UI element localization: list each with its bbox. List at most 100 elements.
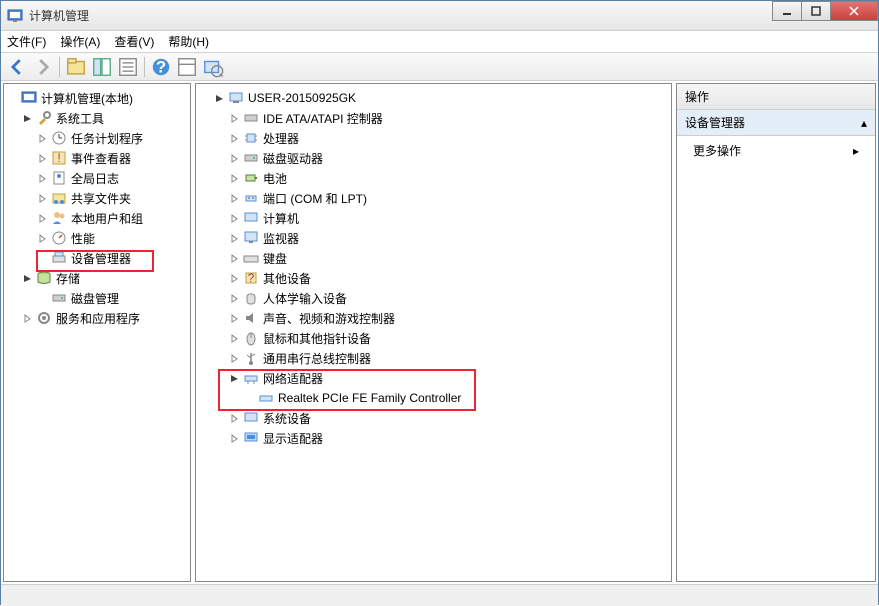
expander-icon[interactable] <box>21 312 34 325</box>
properties-button[interactable] <box>116 56 140 78</box>
expander-icon[interactable] <box>228 172 241 185</box>
tree-global-log[interactable]: 全局日志 <box>6 168 188 188</box>
expander-icon[interactable] <box>36 192 49 205</box>
expander-open-icon[interactable] <box>213 92 226 105</box>
left-tree-pane: 计算机管理(本地) 系统工具 任务计划程序 ! 事件查看器 全局日志 <box>3 83 191 582</box>
actions-category[interactable]: 设备管理器 ▴ <box>677 110 875 136</box>
tree-label: Realtek PCIe FE Family Controller <box>278 391 461 405</box>
minimize-button[interactable] <box>772 1 802 21</box>
expander-icon[interactable] <box>228 352 241 365</box>
expander-icon[interactable] <box>36 232 49 245</box>
back-button[interactable] <box>5 56 29 78</box>
menu-file[interactable]: 文件(F) <box>7 33 46 50</box>
device-hid[interactable]: 人体学输入设备 <box>198 288 669 308</box>
tree-disk-management[interactable]: 磁盘管理 <box>6 288 188 308</box>
tree-label: 处理器 <box>263 130 299 147</box>
expander-icon[interactable] <box>36 172 49 185</box>
tree-storage[interactable]: 存储 <box>6 268 188 288</box>
expander-icon[interactable] <box>228 112 241 125</box>
tree-performance[interactable]: 性能 <box>6 228 188 248</box>
tree-root-computer-management[interactable]: 计算机管理(本地) <box>6 88 188 108</box>
expander-icon[interactable] <box>228 132 241 145</box>
expander-open-icon[interactable] <box>21 112 34 125</box>
menu-action[interactable]: 操作(A) <box>60 33 100 50</box>
expander-open-icon[interactable] <box>21 272 34 285</box>
cpu-icon <box>243 130 259 146</box>
device-usb[interactable]: 通用串行总线控制器 <box>198 348 669 368</box>
device-monitor[interactable]: 监视器 <box>198 228 669 248</box>
tree-label: 显示适配器 <box>263 430 323 447</box>
menu-view[interactable]: 查看(V) <box>114 33 154 50</box>
svg-text:!: ! <box>57 151 60 165</box>
nic-icon <box>258 390 274 406</box>
tree-label: 本地用户和组 <box>71 210 143 227</box>
expander-icon[interactable] <box>228 332 241 345</box>
expander-icon[interactable] <box>6 92 19 105</box>
device-mouse[interactable]: 鼠标和其他指针设备 <box>198 328 669 348</box>
actions-more[interactable]: 更多操作 ▸ <box>677 136 875 165</box>
tree-shared-folders[interactable]: 共享文件夹 <box>6 188 188 208</box>
computer-icon <box>243 210 259 226</box>
expander-icon[interactable] <box>228 252 241 265</box>
expander-icon[interactable] <box>228 432 241 445</box>
device-other[interactable]: ? 其他设备 <box>198 268 669 288</box>
expander-icon[interactable] <box>228 152 241 165</box>
device-battery[interactable]: 电池 <box>198 168 669 188</box>
tree-label: 性能 <box>71 230 95 247</box>
close-button[interactable] <box>830 1 878 21</box>
battery-icon <box>243 170 259 186</box>
device-display[interactable]: 显示适配器 <box>198 428 669 448</box>
device-keyboard[interactable]: 键盘 <box>198 248 669 268</box>
up-button[interactable] <box>64 56 88 78</box>
list-button[interactable] <box>175 56 199 78</box>
expander-icon[interactable] <box>228 272 241 285</box>
tree-label: 计算机管理(本地) <box>41 90 133 107</box>
tree-label: IDE ATA/ATAPI 控制器 <box>263 110 383 127</box>
device-network[interactable]: 网络适配器 <box>198 368 669 388</box>
expander-icon[interactable] <box>228 212 241 225</box>
expander-icon[interactable] <box>228 292 241 305</box>
expander-icon[interactable] <box>228 192 241 205</box>
device-ports[interactable]: 端口 (COM 和 LPT) <box>198 188 669 208</box>
tree-device-manager[interactable]: 设备管理器 <box>6 248 188 268</box>
expander-icon[interactable] <box>228 312 241 325</box>
tree-system-tools[interactable]: 系统工具 <box>6 108 188 128</box>
device-ide[interactable]: IDE ATA/ATAPI 控制器 <box>198 108 669 128</box>
network-icon <box>243 370 259 386</box>
tree-label: 设备管理器 <box>71 250 131 267</box>
menu-help[interactable]: 帮助(H) <box>168 33 209 50</box>
tree-services-apps[interactable]: 服务和应用程序 <box>6 308 188 328</box>
expander-icon[interactable] <box>228 232 241 245</box>
tree-local-users[interactable]: 本地用户和组 <box>6 208 188 228</box>
help-button[interactable]: ? <box>149 56 173 78</box>
tree-label: 电池 <box>263 170 287 187</box>
device-disk-drives[interactable]: 磁盘驱动器 <box>198 148 669 168</box>
expander-icon[interactable] <box>228 412 241 425</box>
ide-icon <box>243 110 259 126</box>
expander-icon[interactable] <box>36 212 49 225</box>
device-sound[interactable]: 声音、视频和游戏控制器 <box>198 308 669 328</box>
show-hide-tree-button[interactable] <box>90 56 114 78</box>
expander-icon[interactable] <box>36 152 49 165</box>
tools-icon <box>36 110 52 126</box>
device-root[interactable]: USER-20150925GK <box>198 88 669 108</box>
tree-event-viewer[interactable]: ! 事件查看器 <box>6 148 188 168</box>
forward-button[interactable] <box>31 56 55 78</box>
expander-open-icon[interactable] <box>228 372 241 385</box>
maximize-button[interactable] <box>801 1 831 21</box>
device-system-devices[interactable]: 系统设备 <box>198 408 669 428</box>
scan-button[interactable] <box>201 56 225 78</box>
device-tree-pane: USER-20150925GK IDE ATA/ATAPI 控制器 处理器 磁盘… <box>195 83 672 582</box>
expander-icon[interactable] <box>36 132 49 145</box>
svg-text:?: ? <box>248 271 255 285</box>
monitor-icon <box>243 230 259 246</box>
tree-label: 其他设备 <box>263 270 311 287</box>
device-computer[interactable]: 计算机 <box>198 208 669 228</box>
tree-label: USER-20150925GK <box>248 91 356 105</box>
device-cpu[interactable]: 处理器 <box>198 128 669 148</box>
device-nic-realtek[interactable]: Realtek PCIe FE Family Controller <box>198 388 669 408</box>
tree-label: 鼠标和其他指针设备 <box>263 330 371 347</box>
tree-task-scheduler[interactable]: 任务计划程序 <box>6 128 188 148</box>
window-title: 计算机管理 <box>29 7 872 24</box>
hid-icon <box>243 290 259 306</box>
